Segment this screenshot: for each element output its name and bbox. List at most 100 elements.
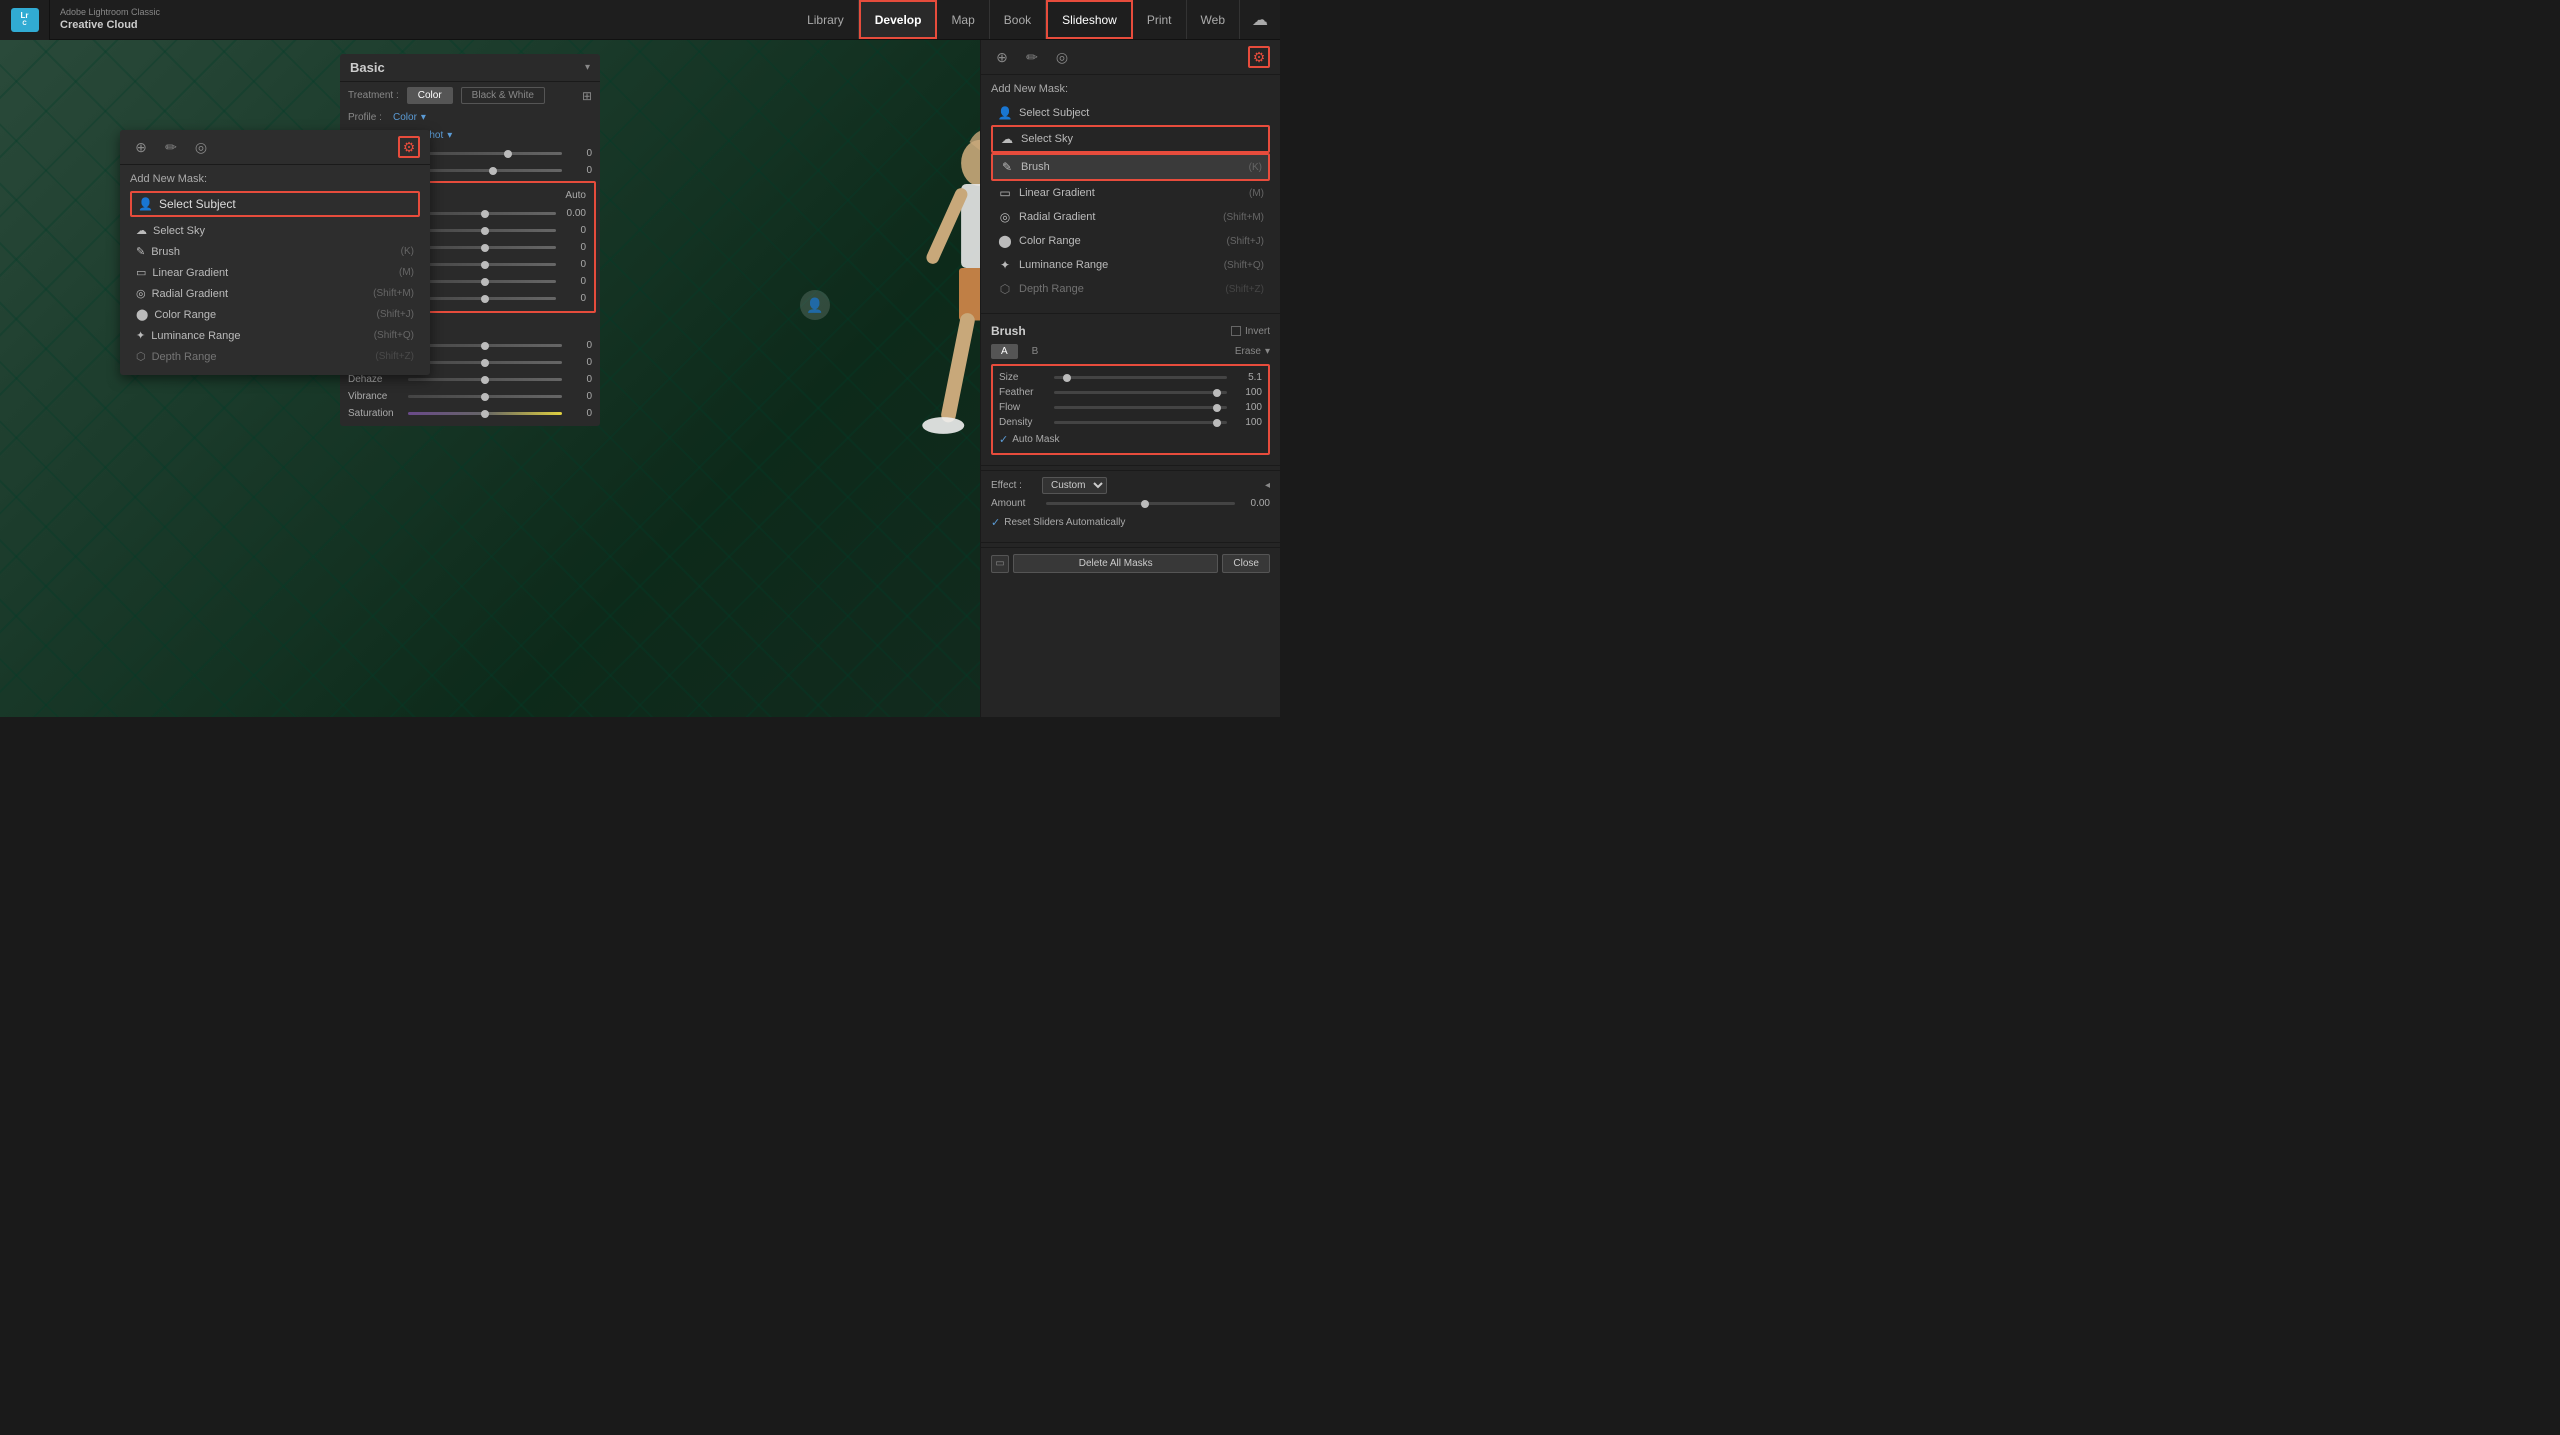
- shadows-slider[interactable]: [414, 263, 556, 266]
- select-subject-item[interactable]: 👤 Select Subject: [991, 101, 1270, 125]
- user-icon[interactable]: ☁: [1240, 0, 1280, 40]
- linear-gradient-icon: ▭: [997, 185, 1013, 201]
- nav-map[interactable]: Map: [937, 0, 989, 39]
- highlights-slider[interactable]: [414, 246, 556, 249]
- radial-gradient-item[interactable]: ◎ Radial Gradient (Shift+M): [991, 205, 1270, 229]
- mask-thumbnail-icon[interactable]: ▭: [991, 555, 1009, 573]
- blacks-slider[interactable]: [414, 297, 556, 300]
- left-crop-icon[interactable]: ⊕: [130, 136, 152, 158]
- right-mask-panel: ⊕ ✏ ◎ ⚙ Add New Mask: 👤 Select Subject ☁…: [980, 40, 1280, 717]
- clarity-slider[interactable]: [408, 361, 562, 364]
- radial-gradient-icon: ◎: [997, 209, 1013, 225]
- bw-treatment-btn[interactable]: Black & White: [461, 87, 545, 104]
- density-thumb[interactable]: [1213, 419, 1221, 427]
- tint-slider[interactable]: [408, 169, 562, 172]
- effect-dropdown[interactable]: Custom: [1042, 477, 1107, 494]
- feather-value: 100: [1227, 387, 1262, 398]
- feather-slider[interactable]: [1054, 391, 1227, 394]
- delete-all-masks-btn[interactable]: Delete All Masks: [1013, 554, 1218, 573]
- texture-slider[interactable]: [408, 344, 562, 347]
- contrast-slider[interactable]: [414, 229, 556, 232]
- density-slider[interactable]: [1054, 421, 1227, 424]
- whites-thumb[interactable]: [481, 278, 489, 286]
- profile-value: Color: [393, 112, 417, 123]
- left-add-mask-section: Add New Mask: 👤 Select Subject ☁ Select …: [120, 165, 430, 375]
- nav-develop[interactable]: Develop: [859, 0, 938, 39]
- left-luminance-range[interactable]: ✦ Luminance Range (Shift+Q): [130, 325, 420, 346]
- close-btn[interactable]: Close: [1222, 554, 1270, 573]
- vibrance-row: Vibrance 0: [340, 388, 600, 405]
- brush-shortcut: (K): [1249, 162, 1262, 173]
- depth-range-item[interactable]: ⬡ Depth Range (Shift+Z): [991, 277, 1270, 301]
- profile-dropdown[interactable]: Color ▾: [393, 112, 426, 123]
- brush-tab-a[interactable]: A: [991, 344, 1018, 359]
- left-select-subject[interactable]: 👤 Select Subject: [130, 191, 420, 217]
- vibrance-thumb[interactable]: [481, 393, 489, 401]
- nav-web[interactable]: Web: [1187, 0, 1240, 39]
- select-sky-item[interactable]: ☁ Select Sky: [991, 125, 1270, 153]
- tint-control: [408, 169, 562, 172]
- contrast-thumb[interactable]: [481, 227, 489, 235]
- erase-btn[interactable]: Erase: [1235, 346, 1261, 357]
- left-brush-label: Brush: [151, 246, 180, 258]
- density-row: Density 100: [999, 415, 1262, 430]
- left-eye-icon[interactable]: ◎: [190, 136, 212, 158]
- saturation-thumb[interactable]: [481, 410, 489, 418]
- left-brush-icon[interactable]: ✏: [160, 136, 182, 158]
- color-range-item[interactable]: ⬤ Color Range (Shift+J): [991, 229, 1270, 253]
- whites-slider[interactable]: [414, 280, 556, 283]
- shadows-thumb[interactable]: [481, 261, 489, 269]
- exposure-thumb[interactable]: [481, 210, 489, 218]
- blacks-value: 0: [556, 293, 586, 304]
- brush-item[interactable]: ✎ Brush (K): [991, 153, 1270, 181]
- temp-thumb[interactable]: [504, 150, 512, 158]
- saturation-slider[interactable]: [408, 412, 562, 415]
- brush-tab-b[interactable]: B: [1022, 344, 1049, 359]
- invert-checkbox[interactable]: [1231, 326, 1241, 336]
- nav-print[interactable]: Print: [1133, 0, 1187, 39]
- clarity-thumb[interactable]: [481, 359, 489, 367]
- dehaze-thumb[interactable]: [481, 376, 489, 384]
- crop-icon[interactable]: ⊕: [991, 46, 1013, 68]
- exposure-slider[interactable]: [414, 212, 556, 215]
- nav-slideshow[interactable]: Slideshow: [1046, 0, 1133, 39]
- tint-thumb[interactable]: [489, 167, 497, 175]
- eye-icon[interactable]: ◎: [1051, 46, 1073, 68]
- blacks-thumb[interactable]: [481, 295, 489, 303]
- flow-thumb[interactable]: [1213, 404, 1221, 412]
- feather-thumb[interactable]: [1213, 389, 1221, 397]
- linear-gradient-item[interactable]: ▭ Linear Gradient (M): [991, 181, 1270, 205]
- highlights-thumb[interactable]: [481, 244, 489, 252]
- nav-book[interactable]: Book: [990, 0, 1046, 39]
- texture-thumb[interactable]: [481, 342, 489, 350]
- add-new-mask-title: Add New Mask:: [991, 83, 1270, 95]
- flow-slider[interactable]: [1054, 406, 1227, 409]
- auto-btn[interactable]: Auto: [565, 190, 586, 201]
- left-select-sky[interactable]: ☁ Select Sky: [130, 220, 420, 241]
- brush-controls: Size 5.1 Feather 100 Flow: [991, 364, 1270, 455]
- luminance-range-item[interactable]: ✦ Luminance Range (Shift+Q): [991, 253, 1270, 277]
- left-color-range[interactable]: ⬤ Color Range (Shift+J): [130, 304, 420, 325]
- profile-label: Profile :: [348, 112, 393, 123]
- temp-slider[interactable]: [408, 152, 562, 155]
- nav-library[interactable]: Library: [793, 0, 859, 39]
- left-sky-icon: ☁: [136, 224, 147, 237]
- size-slider[interactable]: [1054, 376, 1227, 379]
- depth-range-shortcut: (Shift+Z): [1225, 284, 1264, 295]
- vibrance-slider[interactable]: [408, 395, 562, 398]
- left-linear-shortcut: (M): [399, 267, 414, 278]
- color-treatment-btn[interactable]: Color: [407, 87, 453, 104]
- left-brush[interactable]: ✎ Brush (K): [130, 241, 420, 262]
- brush-tool-icon[interactable]: ✏: [1021, 46, 1043, 68]
- left-panel-toolbar: ⊕ ✏ ◎ ⚙: [120, 130, 430, 165]
- left-radial-gradient[interactable]: ◎ Radial Gradient (Shift+M): [130, 283, 420, 304]
- amount-slider[interactable]: [1046, 502, 1235, 505]
- dehaze-slider[interactable]: [408, 378, 562, 381]
- amount-thumb[interactable]: [1141, 500, 1149, 508]
- left-settings-icon[interactable]: ⚙: [398, 136, 420, 158]
- effect-row: Effect : Custom ◂: [991, 477, 1270, 494]
- left-linear-gradient[interactable]: ▭ Linear Gradient (M): [130, 262, 420, 283]
- size-thumb[interactable]: [1063, 374, 1071, 382]
- settings-icon[interactable]: ⚙: [1248, 46, 1270, 68]
- left-depth-range[interactable]: ⬡ Depth Range (Shift+Z): [130, 346, 420, 367]
